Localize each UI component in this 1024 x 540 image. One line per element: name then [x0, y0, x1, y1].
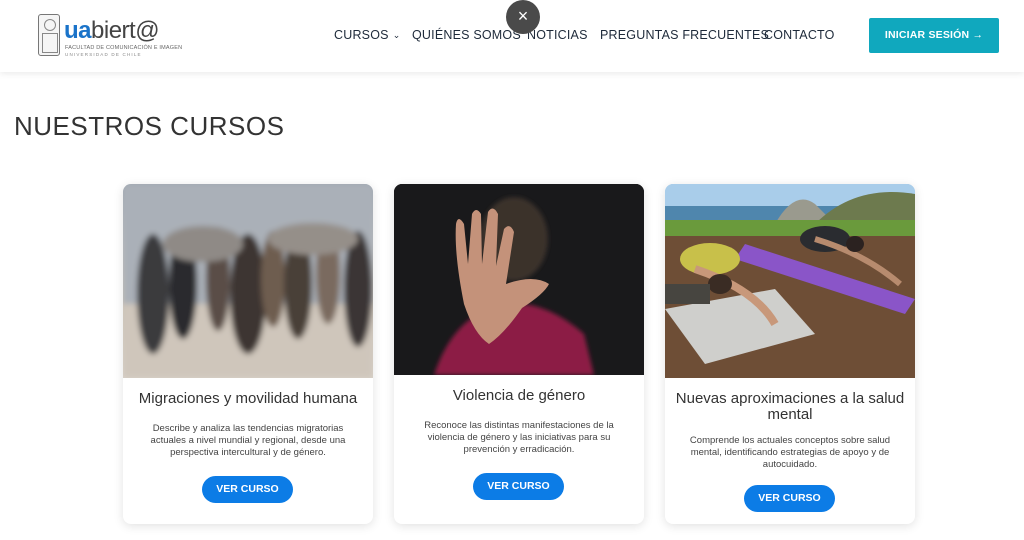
nav-item-noticias[interactable]: NOTICIAS: [527, 28, 588, 42]
ver-curso-button[interactable]: VER CURSO: [473, 473, 564, 500]
nav-item-preguntas-frecuentes[interactable]: PREGUNTAS FRECUENTES: [600, 28, 769, 42]
crowd-illustration: [123, 184, 373, 378]
close-icon[interactable]: ×: [506, 0, 540, 34]
ver-curso-button[interactable]: VER CURSO: [202, 476, 293, 503]
hand-stop-photo: [394, 184, 644, 375]
course-description: Comprende los actuales conceptos sobre s…: [689, 435, 891, 470]
course-card-migraciones: Migraciones y movilidad humana Describe …: [123, 184, 373, 524]
course-title: Migraciones y movilidad humana: [138, 390, 358, 407]
course-title: Violencia de género: [452, 387, 586, 404]
yoga-illustration: [665, 184, 915, 378]
logo-wordmark: uabiert@: [64, 17, 160, 44]
logo-subtitle-faculty: FACULTAD DE COMUNICACIÓN E IMAGEN: [65, 45, 183, 51]
page-title: NUESTROS CURSOS: [14, 111, 285, 141]
logo-subtitle-university: UNIVERSIDAD DE CHILE: [65, 52, 142, 57]
nav-item-contacto[interactable]: CONTACTO: [764, 28, 835, 42]
university-seal-icon: [38, 14, 60, 56]
course-card-salud-mental: Nuevas aproximaciones a la salud mental …: [665, 184, 915, 524]
nav-item-quienes-somos[interactable]: QUIÉNES SOMOS: [412, 28, 521, 42]
nav-item-cursos[interactable]: CURSOS ⌄: [334, 28, 400, 42]
course-description: Describe y analiza las tendencias migrat…: [150, 423, 346, 458]
yoga-photo: [665, 184, 915, 378]
hand-illustration: [394, 184, 644, 375]
login-button[interactable]: INICIAR SESIÓN →: [869, 18, 999, 53]
uabierta-logo[interactable]: uabiert@ FACULTAD DE COMUNICACIÓN E IMAG…: [38, 14, 182, 58]
chevron-down-icon: ⌄: [392, 30, 401, 40]
ver-curso-button[interactable]: VER CURSO: [744, 485, 835, 512]
crowd-photo: [123, 184, 373, 378]
course-card-violencia: Violencia de género Reconoce las distint…: [394, 184, 644, 524]
course-description: Reconoce las distintas manifestaciones d…: [424, 420, 614, 455]
course-title: Nuevas aproximaciones a la salud mental: [675, 390, 905, 423]
